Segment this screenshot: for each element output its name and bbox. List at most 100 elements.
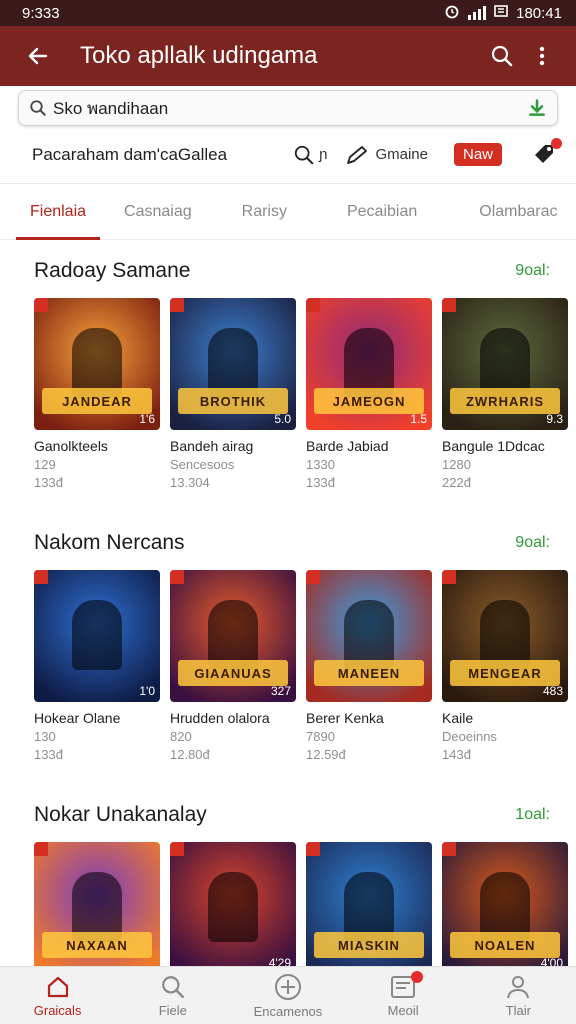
rating-value: 1'6	[139, 412, 155, 426]
ad-badge	[306, 842, 320, 856]
status-bar: 9:333 180:41	[0, 0, 576, 26]
game-logo: MENGEAR	[450, 660, 560, 686]
nav-inbox-label: Meoil	[387, 1002, 419, 1018]
nav-inbox[interactable]: Meoil	[353, 970, 453, 1018]
app-thumbnail[interactable]: MENGEAR 483	[442, 570, 568, 702]
rating-value: 1'0	[139, 684, 155, 698]
ad-badge	[306, 298, 320, 312]
tab-casnaiag[interactable]: Casnaiag	[110, 184, 206, 240]
search-icon	[491, 45, 513, 67]
ad-badge	[34, 570, 48, 584]
bottom-navigation: Graicals Fiele Encamenos Meoil Tlair	[0, 966, 576, 1024]
app-thumbnail[interactable]: MIASKIN	[306, 842, 432, 974]
app-thumbnail[interactable]: NOALEN 4'00	[442, 842, 568, 974]
status-time: 9:333	[22, 4, 60, 22]
app-subtitle: 130	[34, 729, 56, 744]
ad-badge	[442, 298, 456, 312]
app-thumbnail[interactable]: BROTHIK 5.0	[170, 298, 296, 430]
pen-icon	[347, 145, 368, 164]
game-logo: MIASKIN	[314, 932, 424, 958]
app-subtitle: 7890	[306, 729, 335, 744]
profile-icon	[507, 975, 530, 998]
nav-profile[interactable]: Tlair	[468, 974, 568, 1018]
search-icon	[161, 975, 184, 998]
search-button[interactable]	[482, 36, 522, 76]
more-options-button[interactable]	[522, 36, 562, 76]
ad-badge	[170, 298, 184, 312]
back-button[interactable]	[18, 36, 58, 76]
app-name: Hokear Olane	[34, 710, 121, 726]
app-card[interactable]: ZWRHARIS 9.3 Bangule 1Ddcac 1280 222đ	[442, 298, 568, 490]
nav-home[interactable]: Graicals	[8, 974, 108, 1018]
app-thumbnail[interactable]: GIAANUAS 327	[170, 570, 296, 702]
app-card[interactable]: JAMEOGN 1.5 Barde Jabiad 1330 133đ	[306, 298, 432, 490]
app-size: 133đ	[306, 475, 335, 490]
ad-badge	[442, 842, 456, 856]
tab-olambarac[interactable]: Olambarac	[465, 184, 571, 240]
nav-explore-label: Encamenos	[253, 1003, 323, 1019]
genre-filter-button[interactable]: Gmaine	[345, 144, 428, 166]
search-icon	[30, 100, 46, 116]
app-section: Radoay Samane 9oal: JANDEAR 1'6 Ganolkteels 1…	[0, 256, 576, 490]
app-card[interactable]: 1'0 Hokear Olane 130 133đ	[34, 570, 160, 762]
hero-figure	[72, 600, 122, 670]
filter-search-button[interactable]: ɲ	[293, 144, 327, 166]
app-subtitle: Deoeinns	[442, 729, 497, 744]
ad-badge	[34, 298, 48, 312]
app-subtitle: Sencesoos	[170, 457, 235, 472]
notification-button[interactable]	[532, 137, 562, 168]
see-more-link[interactable]: 1oal:	[515, 806, 550, 824]
app-thumbnail[interactable]: ZWRHARIS 9.3	[442, 298, 568, 430]
app-bar: Toko apllalk udingama	[0, 26, 576, 86]
app-card[interactable]: GIAANUAS 327 Hrudden olalora 820 12.80đ	[170, 570, 296, 762]
nav-profile-label: Tlair	[505, 1002, 531, 1018]
app-thumbnail[interactable]: 4'29	[170, 842, 296, 974]
game-logo: NAXAAN	[42, 932, 152, 958]
app-size: 133đ	[34, 475, 63, 490]
app-name: Berer Kenka	[306, 710, 384, 726]
rating-value: 1.5	[410, 412, 427, 426]
app-card[interactable]: JANDEAR 1'6 Ganolkteels 129 133đ	[34, 298, 160, 490]
tab-rarisy[interactable]: Rarisy	[228, 184, 301, 240]
nav-search[interactable]: Fiele	[123, 974, 223, 1018]
status-right-text: 180:41	[516, 4, 562, 22]
tab-pecaibian[interactable]: Pecaibian	[333, 184, 431, 240]
app-section: Nakom Nercans 9oal: 1'0 Hokear Olane 130 133đ…	[0, 528, 576, 762]
app-thumbnail[interactable]: NAXAAN	[34, 842, 160, 974]
app-card[interactable]: MANEEN Berer Kenka 7890 12.59đ	[306, 570, 432, 762]
app-thumbnail[interactable]: JAMEOGN 1.5	[306, 298, 432, 430]
ad-badge	[170, 842, 184, 856]
app-subtitle: 1330	[306, 457, 335, 472]
more-vert-icon	[539, 46, 545, 66]
download-icon[interactable]	[527, 98, 547, 118]
game-logo: JAMEOGN	[314, 388, 424, 414]
app-name: Bandeh airag	[170, 438, 254, 454]
hero-figure	[208, 872, 258, 942]
rating-value: 483	[542, 684, 563, 698]
app-subtitle: 820	[170, 729, 192, 744]
app-card[interactable]: BROTHIK 5.0 Bandeh airag Sencesoos 13.304	[170, 298, 296, 490]
search-input[interactable]	[53, 98, 527, 118]
status-icons: 180:41	[444, 3, 562, 23]
new-badge-button[interactable]: Naw	[453, 143, 502, 166]
game-logo: BROTHIK	[178, 388, 288, 414]
app-thumbnail[interactable]: 1'0	[34, 570, 160, 702]
app-thumbnail[interactable]: MANEEN	[306, 570, 432, 702]
app-name: Barde Jabiad	[306, 438, 389, 454]
search-icon	[294, 145, 314, 164]
see-more-link[interactable]: 9oal:	[515, 262, 550, 280]
see-more-link[interactable]: 9oal:	[515, 534, 550, 552]
app-size: 12.59đ	[306, 747, 346, 762]
notification-dot	[551, 137, 562, 149]
ad-badge	[170, 570, 184, 584]
nav-explore[interactable]: Encamenos	[238, 973, 338, 1019]
app-card-list: 1'0 Hokear Olane 130 133đ GIAANUAS 327 Hrudden…	[34, 570, 576, 762]
tab-fienlaia[interactable]: Fienlaia	[16, 184, 101, 240]
app-thumbnail[interactable]: JANDEAR 1'6	[34, 298, 160, 430]
app-card-list: JANDEAR 1'6 Ganolkteels 129 133đ BROTHIK 5.0 Ba…	[34, 298, 576, 490]
app-card[interactable]: MENGEAR 483 Kaile Deoeinns 143đ	[442, 570, 568, 762]
play-store-screen: 9:333 180:41 Toko apllalk udingama Sko พ…	[0, 0, 576, 1024]
search-bar[interactable]	[18, 90, 558, 126]
app-name: Kaile	[442, 710, 474, 726]
inbox-notification-dot	[411, 970, 424, 983]
